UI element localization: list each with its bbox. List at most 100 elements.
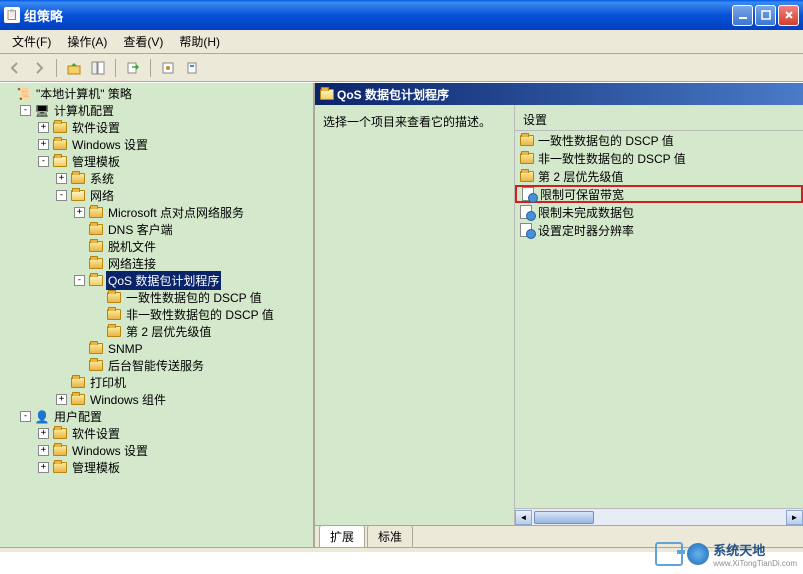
scroll-right-button[interactable]: ► — [786, 510, 803, 525]
collapse-icon[interactable]: - — [20, 105, 31, 116]
tree-software-settings[interactable]: +软件设置 — [38, 119, 311, 136]
tree-computer-config[interactable]: -🖥计算机配置 — [20, 102, 311, 119]
list-item[interactable]: 设置定时器分辨率 — [515, 221, 803, 239]
show-hide-tree-button[interactable] — [87, 57, 109, 79]
expand-icon[interactable]: + — [38, 445, 49, 456]
menu-view[interactable]: 查看(V) — [115, 31, 171, 52]
menu-file[interactable]: 文件(F) — [4, 31, 59, 52]
toolbar-separator — [150, 59, 151, 77]
setting-icon — [521, 187, 537, 201]
tree-u-windows-settings[interactable]: +Windows 设置 — [38, 442, 311, 459]
list-item-label: 限制可保留带宽 — [540, 186, 624, 203]
tree-u-admin-templates[interactable]: +管理模板 — [38, 459, 311, 476]
list-item[interactable]: 限制可保留带宽 — [515, 185, 803, 203]
tree-system[interactable]: +系统 — [56, 170, 311, 187]
main-area: 📜"本地计算机" 策略 -🖥计算机配置 +软件设置 +Windows 设置 -管… — [0, 82, 803, 547]
list-item[interactable]: 非一致性数据包的 DSCP 值 — [515, 149, 803, 167]
list-item-label: 非一致性数据包的 DSCP 值 — [538, 150, 686, 167]
tree-qos-scheduler[interactable]: -QoS 数据包计划程序 — [74, 272, 311, 289]
scroll-track[interactable] — [532, 510, 786, 525]
expand-icon[interactable]: + — [56, 173, 67, 184]
collapse-icon[interactable]: - — [20, 411, 31, 422]
tree-dns-client[interactable]: DNS 客户端 — [74, 221, 311, 238]
forward-button[interactable] — [28, 57, 50, 79]
content-body: 选择一个项目来查看它的描述。 设置 一致性数据包的 DSCP 值非一致性数据包的… — [315, 105, 803, 525]
list-item-label: 一致性数据包的 DSCP 值 — [538, 132, 674, 149]
tree-offline-files[interactable]: 脱机文件 — [74, 238, 311, 255]
tab-standard[interactable]: 标准 — [367, 525, 413, 547]
content-panel: QoS 数据包计划程序 选择一个项目来查看它的描述。 设置 一致性数据包的 DS… — [315, 83, 803, 547]
user-icon: 👤 — [34, 410, 50, 424]
minimize-button[interactable] — [732, 5, 753, 26]
tree-consistent-dscp[interactable]: 一致性数据包的 DSCP 值 — [92, 289, 311, 306]
expand-icon[interactable]: + — [74, 207, 85, 218]
tree-windows-components[interactable]: +Windows 组件 — [56, 391, 311, 408]
folder-icon — [519, 151, 535, 165]
tree-printers[interactable]: 打印机 — [56, 374, 311, 391]
tree-root[interactable]: 📜"本地计算机" 策略 — [2, 85, 311, 102]
menu-action[interactable]: 操作(A) — [59, 31, 115, 52]
menu-help[interactable]: 帮助(H) — [171, 31, 228, 52]
tree-windows-settings[interactable]: +Windows 设置 — [38, 136, 311, 153]
folder-icon — [106, 308, 122, 322]
folder-icon — [52, 427, 68, 441]
tree-admin-templates[interactable]: -管理模板 — [38, 153, 311, 170]
collapse-icon[interactable]: - — [38, 156, 49, 167]
export-button[interactable] — [122, 57, 144, 79]
filter-button[interactable] — [181, 57, 203, 79]
tree-inconsistent-dscp[interactable]: 非一致性数据包的 DSCP 值 — [92, 306, 311, 323]
policy-icon: 📜 — [16, 87, 32, 101]
tree-ms-p2p[interactable]: +Microsoft 点对点网络服务 — [74, 204, 311, 221]
horizontal-scrollbar[interactable]: ◄ ► — [515, 508, 803, 525]
tab-extended[interactable]: 扩展 — [319, 525, 365, 547]
tree-net-connections[interactable]: 网络连接 — [74, 255, 311, 272]
setting-icon — [519, 223, 535, 237]
scroll-thumb[interactable] — [534, 511, 594, 524]
expand-icon[interactable]: + — [38, 462, 49, 473]
tree-u-software-settings[interactable]: +软件设置 — [38, 425, 311, 442]
description-area: 选择一个项目来查看它的描述。 — [315, 105, 515, 525]
up-button[interactable] — [63, 57, 85, 79]
app-icon: 📋 — [4, 7, 20, 23]
expand-icon[interactable]: + — [56, 394, 67, 405]
statusbar — [0, 547, 803, 552]
list-item-label: 限制未完成数据包 — [538, 204, 634, 221]
expand-icon[interactable]: + — [38, 122, 49, 133]
folder-icon — [88, 359, 104, 373]
tree-user-config[interactable]: -👤用户配置 — [20, 408, 311, 425]
content-header: QoS 数据包计划程序 — [315, 83, 803, 105]
watermark-url: www.XiTongTianDi.com — [713, 559, 797, 568]
folder-icon — [88, 240, 104, 254]
window-title: 组策略 — [24, 6, 732, 25]
folder-icon — [52, 461, 68, 475]
maximize-button[interactable] — [755, 5, 776, 26]
tree-network[interactable]: -网络 — [56, 187, 311, 204]
collapse-icon[interactable]: - — [56, 190, 67, 201]
menubar: 文件(F) 操作(A) 查看(V) 帮助(H) — [0, 30, 803, 54]
back-button[interactable] — [4, 57, 26, 79]
expand-icon[interactable]: + — [38, 139, 49, 150]
folder-icon — [519, 133, 535, 147]
toolbar-separator — [56, 59, 57, 77]
folder-icon — [519, 169, 535, 183]
list-item[interactable]: 一致性数据包的 DSCP 值 — [515, 131, 803, 149]
close-button[interactable] — [778, 5, 799, 26]
list-area[interactable]: 设置 一致性数据包的 DSCP 值非一致性数据包的 DSCP 值第 2 层优先级… — [515, 105, 803, 525]
folder-icon — [106, 325, 122, 339]
tree-panel[interactable]: 📜"本地计算机" 策略 -🖥计算机配置 +软件设置 +Windows 设置 -管… — [0, 83, 315, 547]
expand-icon[interactable]: + — [38, 428, 49, 439]
toolbar-separator — [115, 59, 116, 77]
column-header-settings[interactable]: 设置 — [515, 109, 803, 131]
tree-snmp[interactable]: SNMP — [74, 340, 311, 357]
tree-layer2-priority[interactable]: 第 2 层优先级值 — [92, 323, 311, 340]
folder-icon — [52, 155, 68, 169]
folder-icon — [70, 393, 86, 407]
computer-icon: 🖥 — [34, 104, 50, 118]
tree-bits[interactable]: 后台智能传送服务 — [74, 357, 311, 374]
list-item[interactable]: 限制未完成数据包 — [515, 203, 803, 221]
collapse-icon[interactable]: - — [74, 275, 85, 286]
folder-icon — [106, 291, 122, 305]
properties-button[interactable] — [157, 57, 179, 79]
list-item[interactable]: 第 2 层优先级值 — [515, 167, 803, 185]
scroll-left-button[interactable]: ◄ — [515, 510, 532, 525]
